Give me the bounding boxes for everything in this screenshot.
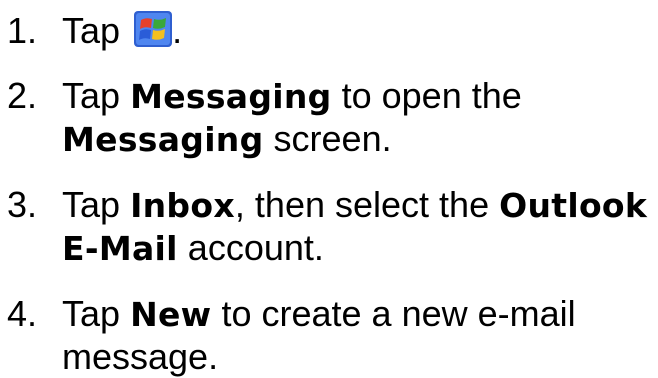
step-2: 2. Tap Messaging to open the Messaging s… [7,75,655,161]
step-text: Tap [62,10,121,51]
step-tap-word: Tap [62,75,121,116]
step-3: 3. Tap Inbox, then select the Outlook E-… [7,184,655,270]
step-number: 1. [7,10,38,51]
step-text-end: account. [187,227,324,268]
instruction-steps: 1. Tap . 2. Tap Messaging to open the Me… [7,0,655,378]
step-number: 2. [7,75,38,116]
windows-start-icon [134,11,173,47]
step-4: 4. Tap New to create a new e-mail messag… [7,293,655,378]
step-1: 1. Tap . [7,0,655,52]
inbox-term: Inbox [130,186,235,225]
step-number: 3. [7,184,38,225]
windows-flag-icon [134,11,173,47]
step-tap-word: Tap [62,293,121,334]
step-text-end: . [172,10,183,51]
step-text: to open the [341,75,522,116]
step-tap-word: Tap [62,184,121,225]
messaging-term: Messaging [130,77,332,116]
messaging-screen-term: Messaging [62,120,264,159]
step-text: , then select the [234,184,490,225]
step-number: 4. [7,293,38,334]
step-text-end: screen. [273,118,392,159]
new-term: New [130,295,212,334]
